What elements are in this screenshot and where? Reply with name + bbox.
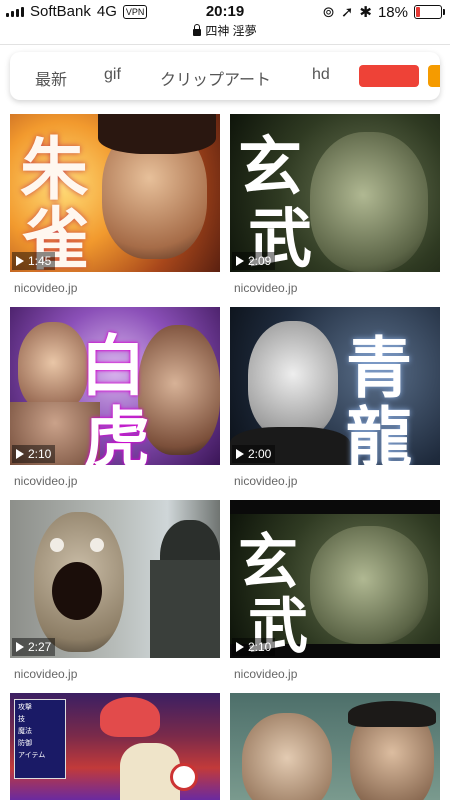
duration-badge: 2:09 <box>232 252 276 270</box>
bluetooth-icon: ✱ <box>359 4 372 21</box>
thumbnail[interactable]: 青 龍 2:00 <box>230 307 440 465</box>
overlay-kanji: 虎 <box>84 399 150 465</box>
overlay-kanji: 龍 <box>346 399 412 465</box>
play-icon <box>236 642 244 652</box>
result-card-2[interactable]: 玄 武 2:09 nicovideo.jp <box>230 114 440 295</box>
play-icon <box>16 449 24 459</box>
result-card-1[interactable]: 朱 雀 1:45 nicovideo.jp <box>10 114 220 295</box>
duration-badge: 2:27 <box>12 638 56 656</box>
thumbnail[interactable] <box>230 693 440 800</box>
source-label[interactable]: nicovideo.jp <box>14 281 220 295</box>
result-card-7[interactable]: 攻撃技魔法 防御 アイテム <box>10 693 220 800</box>
thumbnail[interactable]: 玄 武 2:10 <box>230 500 440 658</box>
chip-latest[interactable]: 最新 <box>35 66 67 90</box>
source-label[interactable]: nicovideo.jp <box>234 281 440 295</box>
location-icon: ➚ <box>340 4 354 21</box>
game-menu: 攻撃技魔法 防御 アイテム <box>14 699 66 779</box>
url-bar[interactable]: 四神 淫夢 <box>0 22 450 39</box>
play-icon <box>236 256 244 266</box>
source-label[interactable]: nicovideo.jp <box>14 474 220 488</box>
chip-red-color[interactable] <box>359 65 419 87</box>
source-label[interactable]: nicovideo.jp <box>234 667 440 681</box>
result-card-4[interactable]: 青 龍 2:00 nicovideo.jp <box>230 307 440 488</box>
result-card-8[interactable] <box>230 693 440 800</box>
thumbnail[interactable]: 白 虎 2:10 <box>10 307 220 465</box>
status-bar: SoftBank 4G VPN 20:19 ⊚ ➚ ✱ 18% <box>0 0 450 24</box>
chip-clipart[interactable]: クリップアート <box>160 66 271 90</box>
thumbnail[interactable]: 朱 雀 1:45 <box>10 114 220 272</box>
duration-badge: 2:10 <box>12 445 56 463</box>
duration-badge: 2:10 <box>232 638 276 656</box>
play-icon <box>16 642 24 652</box>
source-label[interactable]: nicovideo.jp <box>14 667 220 681</box>
rotation-lock-icon: ⊚ <box>322 4 335 21</box>
result-card-3[interactable]: 白 虎 2:10 nicovideo.jp <box>10 307 220 488</box>
battery-percent: 18% <box>377 3 408 21</box>
page-title: 四神 淫夢 <box>205 24 257 38</box>
source-label[interactable]: nicovideo.jp <box>234 474 440 488</box>
chip-gif[interactable]: gif <box>104 66 121 84</box>
chip-orange-color[interactable] <box>428 65 440 87</box>
play-icon <box>236 449 244 459</box>
filter-chip-bar[interactable]: 最新 gif クリップアート hd <box>10 52 440 100</box>
divider <box>0 44 450 45</box>
thumbnail[interactable]: 玄 武 2:09 <box>230 114 440 272</box>
play-icon <box>16 256 24 266</box>
battery-icon <box>414 5 445 19</box>
duration-badge: 1:45 <box>12 252 56 270</box>
lock-icon <box>193 24 202 36</box>
duration-badge: 2:00 <box>232 445 276 463</box>
result-card-5[interactable]: 2:27 nicovideo.jp <box>10 500 220 681</box>
thumbnail[interactable]: 2:27 <box>10 500 220 658</box>
thumbnail[interactable]: 攻撃技魔法 防御 アイテム <box>10 693 220 800</box>
chip-hd[interactable]: hd <box>312 66 330 84</box>
result-card-6[interactable]: 玄 武 2:10 nicovideo.jp <box>230 500 440 681</box>
